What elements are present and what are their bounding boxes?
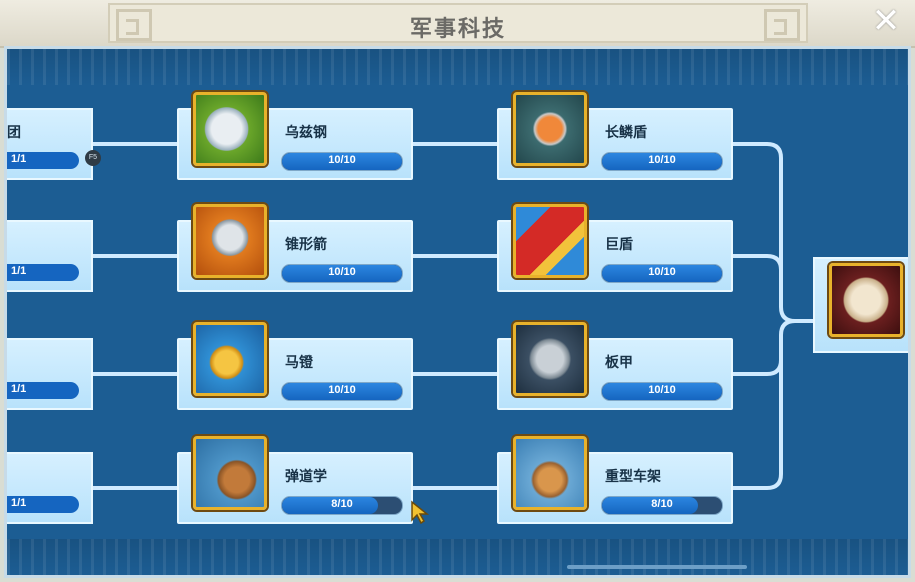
link-c3r3-final [733, 359, 783, 376]
tech-name: 板甲 [605, 354, 633, 370]
heavy-chassis-icon [513, 436, 587, 510]
progress-text: 10/10 [648, 384, 676, 396]
close-button[interactable]: ✕ [869, 4, 903, 38]
left-node-1[interactable]: 团 1/1 [7, 108, 93, 180]
progress-text: 10/10 [328, 384, 356, 396]
scroll-icon [829, 263, 903, 337]
progress-bar: 10/10 [281, 382, 403, 401]
progress-text: 1/1 [11, 153, 27, 165]
progress-bar: 8/10 [601, 496, 723, 515]
cone-arrows-icon [193, 204, 267, 278]
progress-text: 10/10 [648, 154, 676, 166]
left-node-progress-bar: 1/1 [7, 264, 79, 281]
progress-bar: 10/10 [281, 152, 403, 171]
damascus-steel-icon [193, 92, 267, 166]
progress-bar: 10/10 [601, 152, 723, 171]
tech-name: 锥形箭 [285, 236, 327, 252]
left-node-4[interactable]: 1/1 [7, 452, 93, 524]
scale-shield-icon [513, 92, 587, 166]
horizontal-scrollbar[interactable] [567, 565, 747, 569]
progress-text: 10/10 [328, 154, 356, 166]
tech-name: 巨盾 [605, 236, 633, 252]
left-node-2[interactable]: 1/1 [7, 220, 93, 292]
progress-text: 1/1 [11, 497, 27, 509]
tech-node-ballistics[interactable]: 弹道学 8/10 [177, 436, 413, 524]
progress-text: 10/10 [648, 266, 676, 278]
left-node-progress-bar: 1/1 [7, 382, 79, 399]
hotkey-badge: F5 [85, 150, 101, 166]
tech-node-scale-shield[interactable]: 长鳞盾 10/10 [497, 92, 733, 180]
tech-links [93, 142, 813, 490]
title-panel: 军事科技 [108, 3, 808, 43]
tech-node-stirrup[interactable]: 马镫 10/10 [177, 322, 413, 410]
left-node-3[interactable]: 1/1 [7, 338, 93, 410]
tech-tree-board[interactable]: 团 1/1 F5 1/1 1/1 1/1 乌兹钢 10/10 锥形箭 10/10 [4, 46, 911, 578]
progress-bar: 10/10 [601, 264, 723, 283]
tech-node-plate-armor[interactable]: 板甲 10/10 [497, 322, 733, 410]
progress-text: 10/10 [328, 266, 356, 278]
left-node-progress-bar: 1/1 [7, 496, 79, 513]
ballistics-icon [193, 436, 267, 510]
link-c3r4-final [733, 319, 796, 490]
tech-node-damascus-steel[interactable]: 乌兹钢 10/10 [177, 92, 413, 180]
link-c3r2-final [733, 254, 783, 271]
tower-shield-icon [513, 204, 587, 278]
progress-text: 8/10 [651, 498, 673, 510]
progress-text: 1/1 [11, 265, 27, 277]
title-bar: 军事科技 ✕ [0, 0, 915, 48]
progress-text: 8/10 [331, 498, 353, 510]
tech-node-final[interactable] [813, 257, 908, 353]
tech-node-tower-shield[interactable]: 巨盾 10/10 [497, 204, 733, 292]
tech-name: 马镫 [285, 354, 313, 370]
mouse-cursor-icon [411, 500, 430, 525]
tech-name: 长鳞盾 [605, 124, 647, 140]
left-node-label: 团 [7, 124, 21, 140]
tech-node-cone-arrows[interactable]: 锥形箭 10/10 [177, 204, 413, 292]
progress-bar: 10/10 [281, 264, 403, 283]
meander-ornament-right [764, 9, 800, 41]
tech-name: 重型车架 [605, 468, 661, 484]
left-node-progress-bar: 1/1 [7, 152, 79, 169]
progress-bar: 10/10 [601, 382, 723, 401]
progress-text: 1/1 [11, 383, 27, 395]
tech-node-heavy-chassis[interactable]: 重型车架 8/10 [497, 436, 733, 524]
progress-bar: 8/10 [281, 496, 403, 515]
stirrup-icon [193, 322, 267, 396]
link-c3r1-final [733, 142, 813, 323]
tech-name: 弹道学 [285, 468, 327, 484]
page-title: 军事科技 [409, 16, 506, 41]
tech-name: 乌兹钢 [285, 124, 327, 140]
plate-armor-icon [513, 322, 587, 396]
